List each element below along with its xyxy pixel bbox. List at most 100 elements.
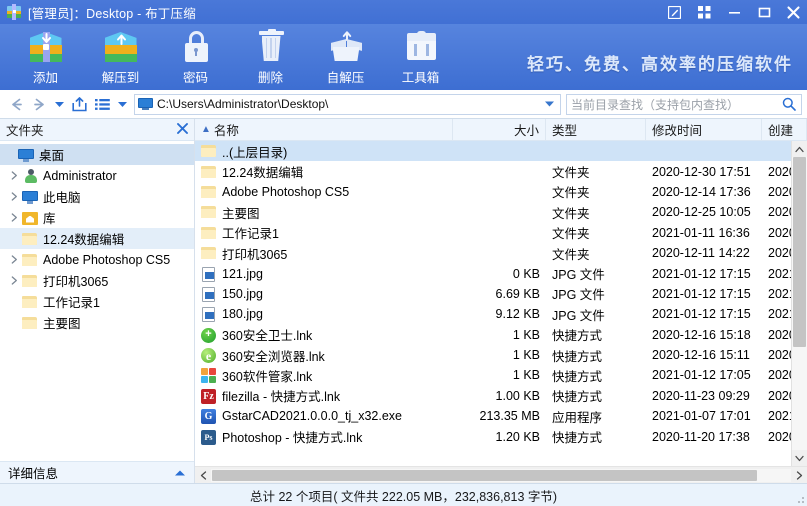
- cell-name: 主要图: [195, 203, 453, 222]
- detail-panel-header[interactable]: 详细信息: [0, 461, 194, 483]
- toolbar-button-password[interactable]: 密码: [158, 24, 233, 88]
- scroll-thumb[interactable]: [212, 469, 758, 481]
- tree-item-desktop[interactable]: 桌面: [0, 144, 194, 165]
- cell-created: 2020: [768, 368, 791, 383]
- apps-button[interactable]: [689, 0, 719, 24]
- scroll-up-button[interactable]: [792, 141, 807, 157]
- list-view-icon[interactable]: [91, 93, 114, 115]
- table-row[interactable]: 150.jpg 6.69 KB JPG 文件 2021-01-12 17:15 …: [195, 284, 791, 304]
- scroll-track[interactable]: [211, 468, 791, 482]
- monitor-icon: [17, 147, 35, 163]
- toolbar-button-sfx[interactable]: 自解压: [308, 24, 383, 88]
- table-row[interactable]: 打印机3065 文件夹 2020-12-11 14:22 2020: [195, 243, 791, 263]
- toolbar-button-extract[interactable]: 解压到: [83, 24, 158, 88]
- table-row[interactable]: + 360安全卫士.lnk 1 KB 快捷方式 2020-12-16 15:18…: [195, 325, 791, 345]
- cell-type: 快捷方式: [552, 349, 603, 364]
- 360-browser-icon: e: [200, 347, 219, 364]
- column-header-type[interactable]: 类型: [546, 119, 646, 140]
- back-arrow-icon[interactable]: [5, 93, 28, 115]
- toolbar-button-delete[interactable]: 删除: [233, 24, 308, 88]
- vertical-scrollbar[interactable]: [791, 141, 807, 466]
- search-input[interactable]: 当前目录查找（支持包内查找）: [566, 93, 802, 115]
- tree-item-work-log-1[interactable]: 工作记录1: [0, 291, 194, 312]
- scroll-thumb[interactable]: [793, 157, 806, 347]
- address-chevron-down-icon[interactable]: [541, 94, 557, 114]
- table-row[interactable]: 12.24数据编辑 文件夹 2020-12-30 17:51 2020: [195, 161, 791, 181]
- horizontal-scrollbar[interactable]: [195, 466, 807, 483]
- cell-modified: 2020-12-25 10:05: [652, 205, 751, 220]
- tree-expander-chevron-right-icon[interactable]: [8, 276, 21, 285]
- chevron-up-icon[interactable]: [174, 466, 186, 480]
- resize-grip-icon[interactable]: [794, 493, 806, 505]
- history-dropdown-chevron-down-icon[interactable]: [51, 93, 68, 115]
- cell-type: 文件夹: [552, 206, 590, 221]
- view-dropdown-chevron-down-icon[interactable]: [114, 93, 131, 115]
- table-row[interactable]: G GstarCAD2021.0.0.0_tj_x32.exe 213.35 M…: [195, 406, 791, 426]
- address-bar: C:\Users\Administrator\Desktop\ 当前目录查找（支…: [0, 90, 807, 118]
- cell-type: 快捷方式: [552, 431, 603, 446]
- minimize-button[interactable]: [719, 0, 749, 24]
- app-window: [管理员]：Desktop - 布丁压缩 添加 解压到 密码 删除 自解压 工具…: [0, 0, 807, 506]
- filezilla-icon: Fz: [200, 388, 219, 404]
- file-name-text: 12.24数据编辑: [222, 166, 304, 181]
- scroll-down-button[interactable]: [792, 450, 807, 466]
- cell-modified: 2021-01-11 16:36: [652, 225, 750, 240]
- sidebar-close-icon[interactable]: [177, 123, 188, 136]
- search-icon[interactable]: [781, 97, 797, 111]
- tree-item-main-images[interactable]: 主要图: [0, 312, 194, 333]
- table-row[interactable]: 360软件管家.lnk 1 KB 快捷方式 2021-01-12 17:05 2…: [195, 365, 791, 385]
- tree-expander-chevron-right-icon[interactable]: [8, 192, 21, 201]
- tree-item-adobe-photoshop-cs5[interactable]: Adobe Photoshop CS5: [0, 249, 194, 270]
- scroll-track[interactable]: [792, 157, 807, 450]
- table-row[interactable]: Ps Photoshop - 快捷方式.lnk 1.20 KB 快捷方式 202…: [195, 426, 791, 446]
- cell-type: 文件夹: [552, 227, 590, 242]
- folder-icon: [21, 294, 39, 310]
- column-header-name[interactable]: ▲ 名称: [195, 119, 453, 140]
- cell-size: 1.00 KB: [495, 388, 540, 403]
- tree-item-label: Administrator: [43, 168, 117, 183]
- toolbox-icon: [401, 28, 441, 66]
- feedback-button[interactable]: [659, 0, 689, 24]
- table-row[interactable]: e 360安全浏览器.lnk 1 KB 快捷方式 2020-12-16 15:1…: [195, 345, 791, 365]
- folder-icon: [200, 164, 219, 180]
- close-button[interactable]: [779, 0, 807, 24]
- column-header-modified[interactable]: 修改时间: [646, 119, 762, 140]
- tree-item-administrator[interactable]: Administrator: [0, 165, 194, 186]
- column-header-size[interactable]: 大小: [453, 119, 546, 140]
- cell-created: 2020: [768, 327, 791, 342]
- tree-item-library[interactable]: 库: [0, 207, 194, 228]
- cell-modified: 2020-12-11 14:22: [652, 246, 750, 261]
- tree-item-this-pc[interactable]: 此电脑: [0, 186, 194, 207]
- cell-type: JPG 文件: [552, 268, 605, 283]
- column-header-created[interactable]: 创建: [762, 119, 807, 140]
- cell-name: e 360安全浏览器.lnk: [195, 346, 453, 365]
- cell-modified: 2021-01-12 17:15: [652, 266, 751, 281]
- toolbar-button-toolbox[interactable]: 工具箱: [383, 24, 458, 88]
- tree-item-12-24-data[interactable]: 12.24数据编辑: [0, 228, 194, 249]
- tree-item-label: 打印机3065: [43, 275, 109, 289]
- table-row[interactable]: 121.jpg 0 KB JPG 文件 2021-01-12 17:15 202…: [195, 263, 791, 283]
- table-row[interactable]: 工作记录1 文件夹 2021-01-11 16:36 2020: [195, 223, 791, 243]
- tree-item-printer-3065[interactable]: 打印机3065: [0, 270, 194, 291]
- scroll-left-button[interactable]: [195, 470, 211, 480]
- maximize-button[interactable]: [749, 0, 779, 24]
- cell-name: 12.24数据编辑: [195, 162, 453, 181]
- file-name-text: GstarCAD2021.0.0.0_tj_x32.exe: [222, 409, 402, 424]
- forward-arrow-icon[interactable]: [28, 93, 51, 115]
- monitor-icon: [21, 189, 39, 205]
- tree-expander-chevron-right-icon[interactable]: [8, 255, 21, 264]
- table-row[interactable]: ..(上层目录): [195, 141, 791, 162]
- table-row[interactable]: 180.jpg 9.12 KB JPG 文件 2021-01-12 17:15 …: [195, 304, 791, 324]
- file-name-text: 180.jpg: [222, 307, 264, 322]
- address-path-input[interactable]: C:\Users\Administrator\Desktop\: [134, 93, 561, 115]
- tree-expander-chevron-right-icon[interactable]: [8, 171, 21, 180]
- table-row[interactable]: Adobe Photoshop CS5 文件夹 2020-12-14 17:36…: [195, 182, 791, 202]
- scroll-right-button[interactable]: [791, 470, 807, 480]
- table-row[interactable]: 主要图 文件夹 2020-12-25 10:05 2020: [195, 202, 791, 222]
- table-row[interactable]: Fz filezilla - 快捷方式.lnk 1.00 KB 快捷方式 202…: [195, 386, 791, 406]
- folder-icon: [21, 273, 39, 289]
- toolbar-button-add[interactable]: 添加: [8, 24, 83, 88]
- tree-expander-chevron-right-icon[interactable]: [8, 213, 21, 222]
- cell-type: 文件夹: [552, 247, 590, 262]
- upload-box-icon[interactable]: [68, 93, 91, 115]
